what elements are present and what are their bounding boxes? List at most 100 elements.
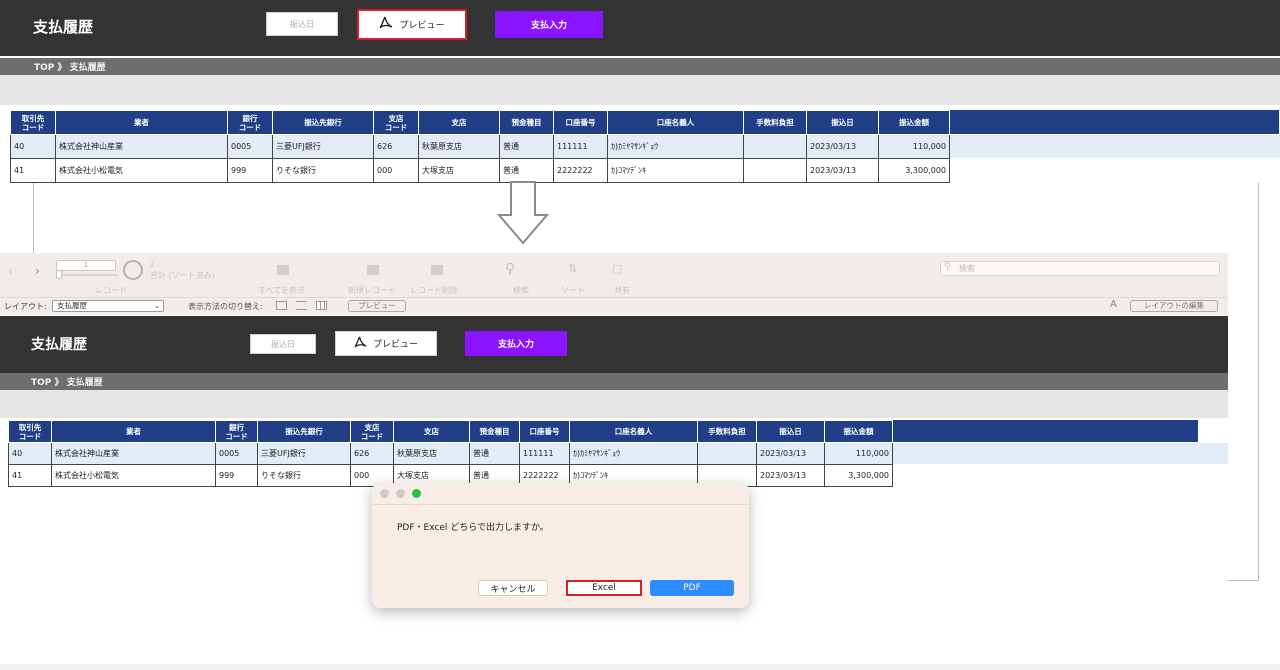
cell-bank: 三菱UFJ銀行 [257,442,351,465]
cell-branch-code: 626 [373,134,419,159]
table-row[interactable]: 41 株式会社小松電気 999 りそな銀行 000 大塚支店 普通 222222… [10,158,950,183]
form-view-icon[interactable] [276,301,287,310]
cancel-button[interactable]: キャンセル [478,580,548,596]
col-header: 支店 コード [373,110,419,135]
share-label[interactable]: 共有 [614,285,630,296]
cell-amount: 110,000 [878,134,950,159]
cell-transfer-date: 2023/03/13 [756,442,825,465]
col-header: 口座名義人 [607,110,744,135]
table-view-icon[interactable] [316,301,327,310]
cell-account-type: 普通 [469,442,520,465]
show-all-label[interactable]: すべてを表示 [258,285,305,296]
close-window-icon[interactable] [380,489,389,498]
cell-account-holder: ｶ)ｺﾏﾂﾃﾞﾝｷ [607,158,744,183]
record-slider[interactable] [58,274,118,276]
cell-branch: 秋葉原支店 [393,442,470,465]
list-view-icon[interactable] [296,301,307,310]
table-header-row: 取引先 コード 業者 銀行 コード 振込先銀行 支店 コード 支店 預金種目 口… [10,110,950,135]
bottom-page-title: 支払履歴 [31,337,87,353]
cell-amount: 3,300,000 [824,464,893,487]
cell-account-holder: ｶ)ｶﾐﾔﾏｻﾝｷﾞｮｳ [607,134,744,159]
bottom-row-highlight-extension [891,443,1228,464]
cell-branch: 秋葉原支店 [418,134,500,159]
col-header: 振込日 [806,110,879,135]
back-icon[interactable]: ‹ [8,264,13,278]
quick-find-search-icon: ⚲ [944,262,951,272]
top-page-title: 支払履歴 [33,18,94,36]
sort-label[interactable]: ソート [561,285,585,296]
col-header: 振込先銀行 [272,110,374,135]
frame-line-right [1258,183,1259,581]
col-header: 口座名義人 [569,420,698,443]
layout-select[interactable]: 支払履歴 ⌄ [52,300,164,312]
col-header: 銀行 コード [215,420,258,443]
font-size-icon[interactable]: A [1110,299,1117,310]
records-label: レコード [95,286,127,295]
bottom-breadcrumb[interactable]: TOP 》 支払履歴 [0,373,1228,390]
pdf-icon [379,16,393,33]
cell-fee-bearer [743,158,807,183]
show-all-icon[interactable] [277,265,289,275]
record-number-value: 1 [83,261,89,269]
bottom-date-button[interactable]: 振込日 [250,334,316,354]
cell-account-holder: ｶ)ｶﾐﾔﾏｻﾝｷﾞｮｳ [569,442,698,465]
top-preview-button[interactable]: プレビュー [357,9,467,40]
cell-vendor: 株式会社小松電気 [51,464,216,487]
bottom-gray-band [0,390,1228,418]
minimize-window-icon[interactable] [396,489,405,498]
top-pay-button[interactable]: 支払入力 [495,11,603,38]
table-row[interactable]: 40 株式会社神山産業 0005 三菱UFJ銀行 626 秋葉原支店 普通 11… [10,134,950,159]
cell-vendor-code: 41 [10,158,56,183]
col-header: 業者 [51,420,216,443]
cell-account-type: 普通 [499,158,554,183]
record-number-field[interactable]: 1 [56,260,116,271]
find-label[interactable]: 検索 [513,285,529,296]
cell-account-type: 普通 [499,134,554,159]
forward-icon[interactable]: › [35,264,40,278]
layout-select-value: 支払履歴 [57,301,87,310]
view-as-label: 表示方法の切り替え: [188,302,263,311]
cell-account-number: 111111 [553,134,608,159]
quick-find-field[interactable]: 検索 [940,261,1220,276]
cell-bank-code: 999 [215,464,258,487]
cell-fee-bearer [697,442,757,465]
top-date-button[interactable]: 振込日 [266,12,338,36]
top-payment-table: 取引先 コード 業者 銀行 コード 振込先銀行 支店 コード 支店 預金種目 口… [10,110,950,183]
col-header: 支店 [393,420,470,443]
bottom-preview-button[interactable]: プレビュー [335,331,437,356]
share-icon[interactable]: ▢ [612,262,622,275]
col-header: 取引先 コード [10,110,56,135]
cell-bank: 三菱UFJ銀行 [272,134,374,159]
delete-record-label[interactable]: レコード削除 [410,285,458,296]
total-label: 合計 (ソート済み) [150,271,215,280]
bottom-pay-button[interactable]: 支払入力 [465,331,567,356]
new-record-icon[interactable] [367,265,379,275]
record-pie-icon [123,260,143,280]
cell-account-number: 111111 [519,442,570,465]
delete-record-icon[interactable] [431,265,443,275]
new-record-label[interactable]: 新規レコード [348,285,396,296]
preview-mode-button[interactable]: プレビュー [348,300,406,312]
top-breadcrumb[interactable]: TOP 》 支払履歴 [0,58,1280,75]
cell-amount: 110,000 [824,442,893,465]
excel-button[interactable]: Excel [566,580,642,596]
table-row[interactable]: 40 株式会社神山産業 0005 三菱UFJ銀行 626 秋葉原支店 普通 11… [8,442,893,465]
pdf-icon [354,336,367,352]
pdf-button[interactable]: PDF [650,580,734,596]
search-icon[interactable]: ⚲ [505,261,515,277]
layout-label: レイアウト: [4,302,47,311]
edit-layout-label: レイアウトの編集 [1144,301,1204,310]
edit-layout-button[interactable]: レイアウトの編集 [1130,300,1218,312]
cell-bank-code: 999 [227,158,273,183]
col-header: 手数料負担 [697,420,757,443]
col-header: 振込先銀行 [257,420,351,443]
zoom-window-icon[interactable] [412,489,421,498]
bottom-preview-label: プレビュー [372,340,418,350]
dialog-message: PDF・Excel どちらで出力しますか。 [397,523,549,533]
app-toolbar: ‹ › 1 2 合計 (ソート済み) レコード すべてを表示 新規レコード レコ… [0,253,1228,315]
frame-line-left [33,183,34,253]
col-header: 手数料負担 [743,110,807,135]
sort-icon[interactable]: ⇅ [568,262,577,275]
record-slider-thumb[interactable] [56,270,62,279]
bottom-header-bar [0,316,1228,373]
